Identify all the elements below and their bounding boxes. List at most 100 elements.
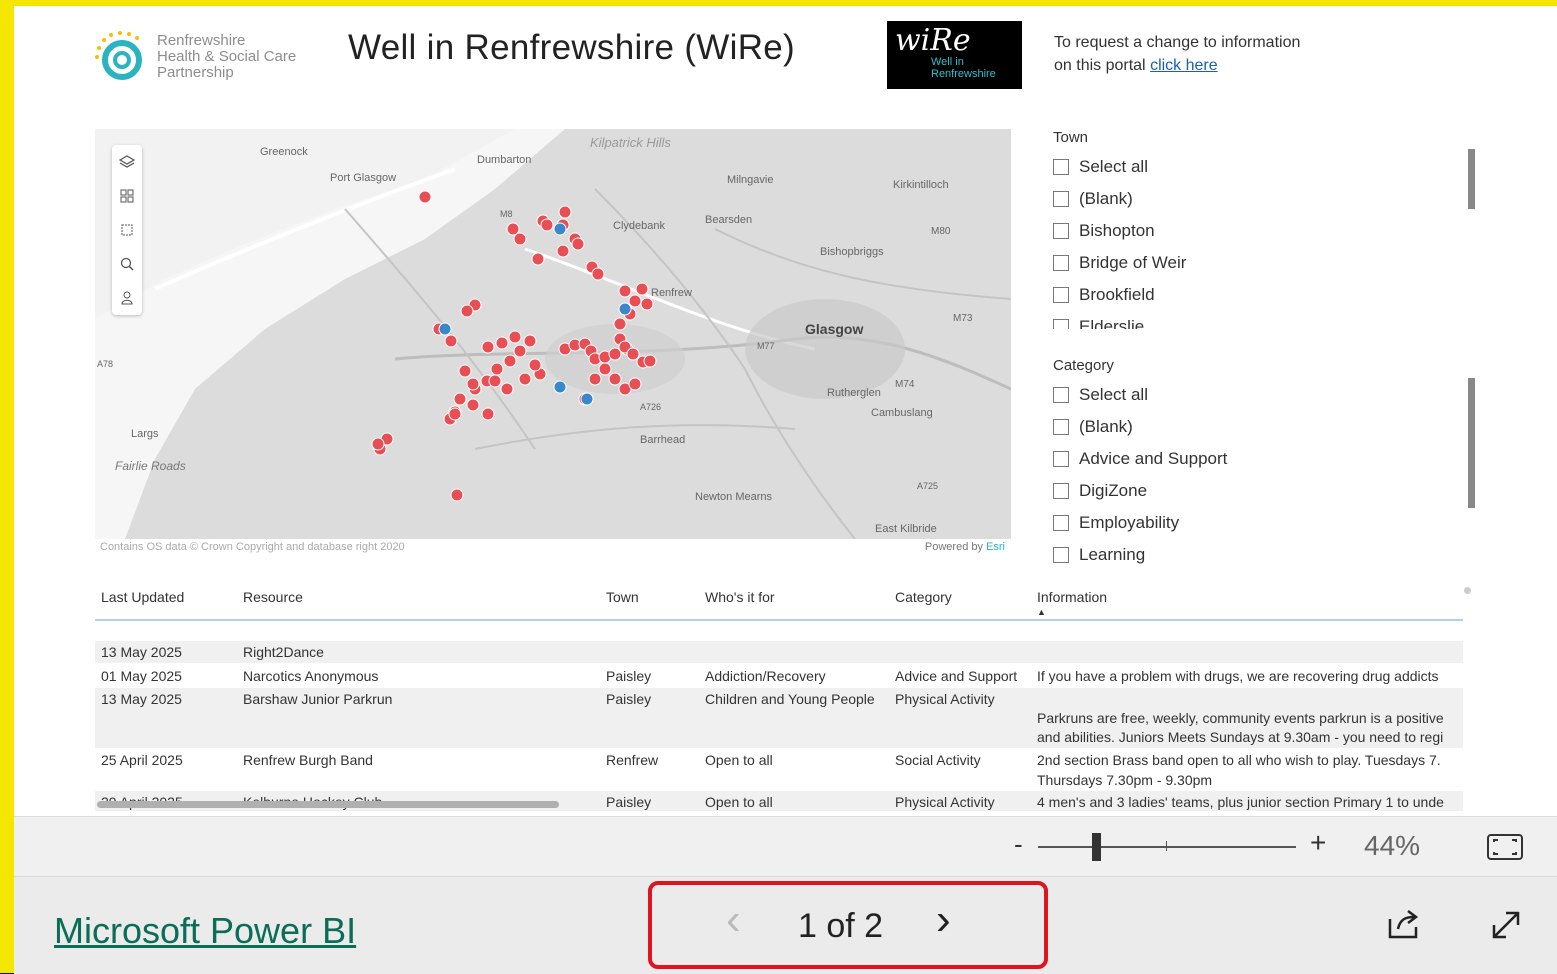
search-icon[interactable] <box>112 247 142 281</box>
grid-icon[interactable] <box>112 179 142 213</box>
next-page-button[interactable]: › <box>936 895 951 945</box>
table-row[interactable]: 13 May 2025 Barshaw Junior Parkrun Paisl… <box>95 688 1463 748</box>
column-header-whos-it-for[interactable]: Who's it for <box>705 589 775 605</box>
map-marker[interactable] <box>518 372 532 386</box>
map-marker[interactable] <box>466 377 480 391</box>
map-marker[interactable] <box>618 284 632 298</box>
town-option[interactable]: Select all <box>1053 151 1493 183</box>
table-row[interactable]: 01 May 2025 Narcotics Anonymous Paisley … <box>95 665 1463 687</box>
map-marker[interactable] <box>598 362 612 376</box>
map-marker[interactable] <box>591 267 605 281</box>
map-marker-selected[interactable] <box>580 392 594 406</box>
category-slicer-scrollbar[interactable] <box>1468 378 1475 508</box>
previous-page-button[interactable]: ‹ <box>726 895 741 945</box>
map-marker[interactable] <box>540 218 554 232</box>
map-marker[interactable] <box>418 190 432 204</box>
map-marker[interactable] <box>626 347 640 361</box>
map-marker[interactable] <box>508 330 522 344</box>
esri-link[interactable]: Esri <box>986 541 1005 553</box>
town-option[interactable]: Brookfield <box>1053 279 1493 311</box>
map-marker[interactable] <box>613 317 627 331</box>
map-marker[interactable] <box>628 377 642 391</box>
checkbox[interactable] <box>1053 515 1069 531</box>
person-icon[interactable] <box>112 281 142 315</box>
map-marker-selected[interactable] <box>438 322 452 336</box>
map-marker[interactable] <box>513 344 527 358</box>
fit-to-page-icon[interactable] <box>1486 833 1524 866</box>
category-option[interactable]: Employability <box>1053 507 1493 539</box>
expand-icon[interactable] <box>1488 907 1524 948</box>
map-marker[interactable] <box>466 398 480 412</box>
map-marker[interactable] <box>481 340 495 354</box>
map-marker[interactable] <box>571 237 585 251</box>
column-header-information[interactable]: Information <box>1037 589 1107 605</box>
map-marker[interactable] <box>643 354 657 368</box>
map-marker[interactable] <box>371 437 385 451</box>
town-option[interactable]: (Blank) <box>1053 183 1493 215</box>
category-option[interactable]: DigiZone <box>1053 475 1493 507</box>
checkbox[interactable] <box>1053 451 1069 467</box>
map-marker[interactable] <box>608 372 622 386</box>
layers-icon[interactable] <box>112 145 142 179</box>
town-option[interactable]: Bishopton <box>1053 215 1493 247</box>
map-marker[interactable] <box>558 205 572 219</box>
table-vertical-scrollbar[interactable] <box>1464 587 1471 594</box>
map-marker[interactable] <box>458 364 472 378</box>
map-marker[interactable] <box>528 358 542 372</box>
column-header-last-updated[interactable]: Last Updated <box>101 589 184 605</box>
checkbox[interactable] <box>1053 387 1069 403</box>
checkbox[interactable] <box>1053 191 1069 207</box>
table-row[interactable]: 13 May 2025 Right2Dance <box>95 641 1463 663</box>
map-marker[interactable] <box>448 407 462 421</box>
map-marker[interactable] <box>488 374 502 388</box>
column-header-category[interactable]: Category <box>895 589 952 605</box>
category-option[interactable]: Learning <box>1053 539 1493 571</box>
town-option[interactable]: Elderslie <box>1053 311 1493 329</box>
map-marker[interactable] <box>513 232 527 246</box>
category-option[interactable]: Advice and Support <box>1053 443 1493 475</box>
zoom-in-button[interactable]: + <box>1310 827 1326 859</box>
microsoft-power-bi-link[interactable]: Microsoft Power BI <box>54 910 356 952</box>
checkbox[interactable] <box>1053 419 1069 435</box>
map-marker[interactable] <box>444 334 458 348</box>
map-marker-selected[interactable] <box>618 302 632 316</box>
map-marker[interactable] <box>495 336 509 350</box>
map-marker[interactable] <box>588 372 602 386</box>
map-marker[interactable] <box>628 294 642 308</box>
checkbox[interactable] <box>1053 483 1069 499</box>
checkbox[interactable] <box>1053 547 1069 563</box>
map-marker[interactable] <box>500 382 514 396</box>
map-marker[interactable] <box>503 354 517 368</box>
map-marker[interactable] <box>556 244 570 258</box>
category-option[interactable]: (Blank) <box>1053 411 1493 443</box>
checkbox[interactable] <box>1053 159 1069 175</box>
click-here-link[interactable]: click here <box>1150 57 1218 74</box>
map-marker[interactable] <box>481 407 495 421</box>
column-header-town[interactable]: Town <box>606 589 639 605</box>
column-header-resource[interactable]: Resource <box>243 589 303 605</box>
zoom-slider-track[interactable] <box>1038 846 1296 848</box>
category-option[interactable]: Select all <box>1053 379 1493 411</box>
table-horizontal-scrollbar[interactable] <box>97 801 559 808</box>
map-marker[interactable] <box>635 282 649 296</box>
map-marker[interactable] <box>531 252 545 266</box>
map-marker[interactable] <box>460 304 474 318</box>
checkbox[interactable] <box>1053 255 1069 271</box>
select-icon[interactable] <box>112 213 142 247</box>
checkbox[interactable] <box>1053 287 1069 303</box>
town-option[interactable]: Bridge of Weir <box>1053 247 1493 279</box>
resource-map[interactable]: Greenock Port Glasgow Dumbarton Kilpatri… <box>95 129 1011 559</box>
town-slicer-scrollbar[interactable] <box>1468 149 1475 209</box>
table-row[interactable]: 25 April 2025 Renfrew Burgh Band Renfrew… <box>95 749 1463 791</box>
map-marker[interactable] <box>523 334 537 348</box>
map-marker-selected[interactable] <box>553 380 567 394</box>
map-marker[interactable] <box>453 392 467 406</box>
share-icon[interactable] <box>1386 907 1422 946</box>
map-marker[interactable] <box>640 297 654 311</box>
map-marker[interactable] <box>450 488 464 502</box>
map-marker-selected[interactable] <box>553 222 567 236</box>
checkbox[interactable] <box>1053 319 1069 329</box>
zoom-slider-thumb[interactable] <box>1091 833 1101 861</box>
checkbox[interactable] <box>1053 223 1069 239</box>
map-marker[interactable] <box>490 362 504 376</box>
